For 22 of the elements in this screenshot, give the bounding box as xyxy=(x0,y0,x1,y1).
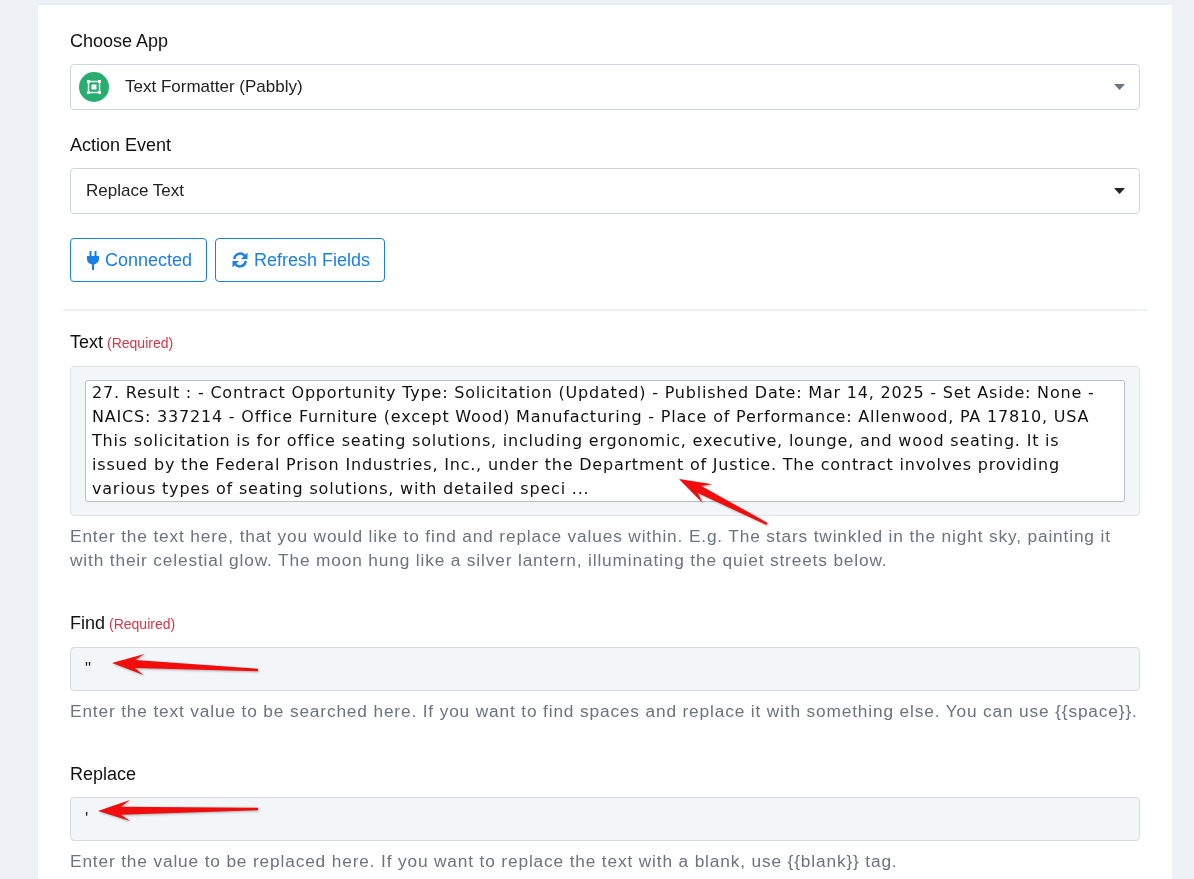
field-label: Find xyxy=(70,612,105,635)
help-text: Enter the value to be replaced here. If you want to replace the text with a blank, use {{blank}} tag. xyxy=(70,850,899,873)
app-select[interactable]: Text Formatter (Pabbly) xyxy=(70,64,1140,110)
refresh-icon xyxy=(232,252,249,268)
caret-icon xyxy=(1114,188,1125,194)
event-select[interactable]: Replace Text xyxy=(70,168,1140,214)
text-input[interactable]: ' xyxy=(70,797,1140,841)
connected-button[interactable]: Connected xyxy=(70,238,208,282)
refresh-fields-button[interactable]: Refresh Fields xyxy=(215,238,386,282)
field-label: Text xyxy=(70,331,103,354)
app-logo-icon xyxy=(79,72,109,102)
help-text: Enter the text here, that you would like to find and replace values within. E.g. The stars twinkled in the night sky, painting it with their celestial glow. The moon hung like a silver lantern, illuminating the quiet streets below. xyxy=(70,525,1112,572)
field-label: Choose App xyxy=(70,30,169,53)
field-label: Action Event xyxy=(70,134,172,157)
field-label: Replace xyxy=(70,763,137,786)
help-text: Enter the text value to be searched here. If you want to find spaces and replace it with something else. You can use {{space}}. xyxy=(70,700,1139,723)
text-area[interactable]: 27. Result : - Contract Opportunity Type: Solicitation (Updated) - Published Date: Mar 14, 2025 - Set Aside: None - NAICS: 337214 - Office Furniture (except Wood) Manufacturing - Place of Performance: Allenwood, PA 17810, USA This solicitation is for office seating solutions, including ergonomic, executive, lounge, and wood seating. It is issued by the Federal Prison Industries, Inc., under the Department of Justice. The contract involves providing various types of seating solutions, with detailed speci ... xyxy=(85,380,1125,502)
required-note: (Required) xyxy=(109,615,176,634)
required-note: (Required) xyxy=(107,334,174,353)
plug-icon xyxy=(87,250,99,270)
caret-icon xyxy=(1114,84,1125,90)
text-input[interactable]: " xyxy=(70,647,1140,691)
